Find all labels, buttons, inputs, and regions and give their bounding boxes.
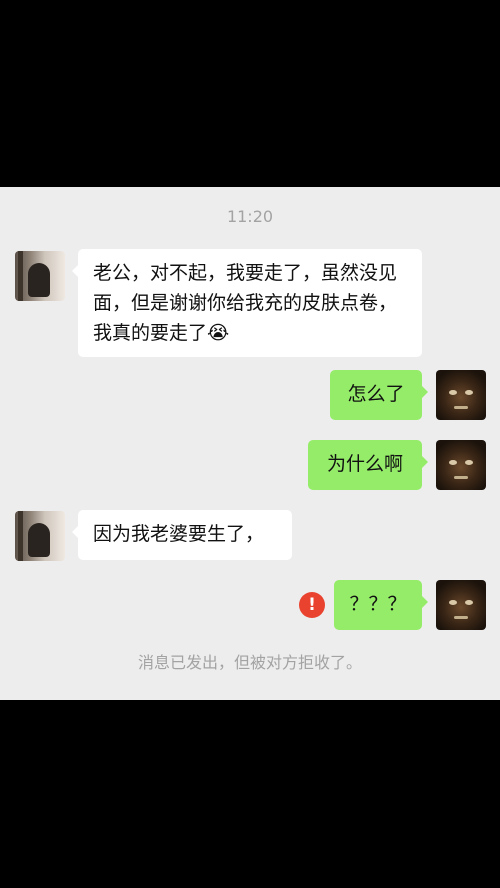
message-bubble-outgoing[interactable]: 为什么啊 [308,440,428,490]
my-avatar[interactable] [436,440,486,490]
avatar-eye-shape [449,460,457,465]
avatar-mouth-shape [454,616,468,619]
avatar-silhouette-shape [28,263,50,297]
chat-panel: 11:20 老公，对不起，我要走了，虽然没见面，但是谢谢你给我充的皮肤点卷，我真… [0,187,500,700]
avatar-mouth-shape [454,476,468,479]
message-timestamp: 11:20 [226,207,274,226]
avatar-mouth-shape [454,406,468,409]
rejected-system-note: 消息已发出，但被对方拒收了。 [137,653,362,672]
avatar-silhouette-shape [28,523,50,557]
avatar-eye-shape [449,600,457,605]
avatar-eye-shape [465,390,473,395]
contact-avatar[interactable] [15,251,65,301]
my-avatar[interactable] [436,370,486,420]
avatar-eye-shape [465,600,473,605]
contact-avatar[interactable] [15,511,65,561]
avatar-curtain-shape [18,251,23,301]
message-bubble-incoming[interactable]: 老公，对不起，我要走了，虽然没见面，但是谢谢你给我充的皮肤点卷，我真的要走了😭 [72,249,422,357]
exclamation-circle-icon[interactable]: ! [299,592,325,618]
message-bubble-outgoing[interactable]: 怎么了 [330,370,428,420]
message-bubble-incoming[interactable]: 因为我老婆要生了， [72,510,292,560]
my-avatar[interactable] [436,580,486,630]
avatar-eye-shape [465,460,473,465]
avatar-eye-shape [449,390,457,395]
message-bubble-outgoing[interactable]: ？？？ [334,580,428,630]
avatar-curtain-shape [18,511,23,561]
